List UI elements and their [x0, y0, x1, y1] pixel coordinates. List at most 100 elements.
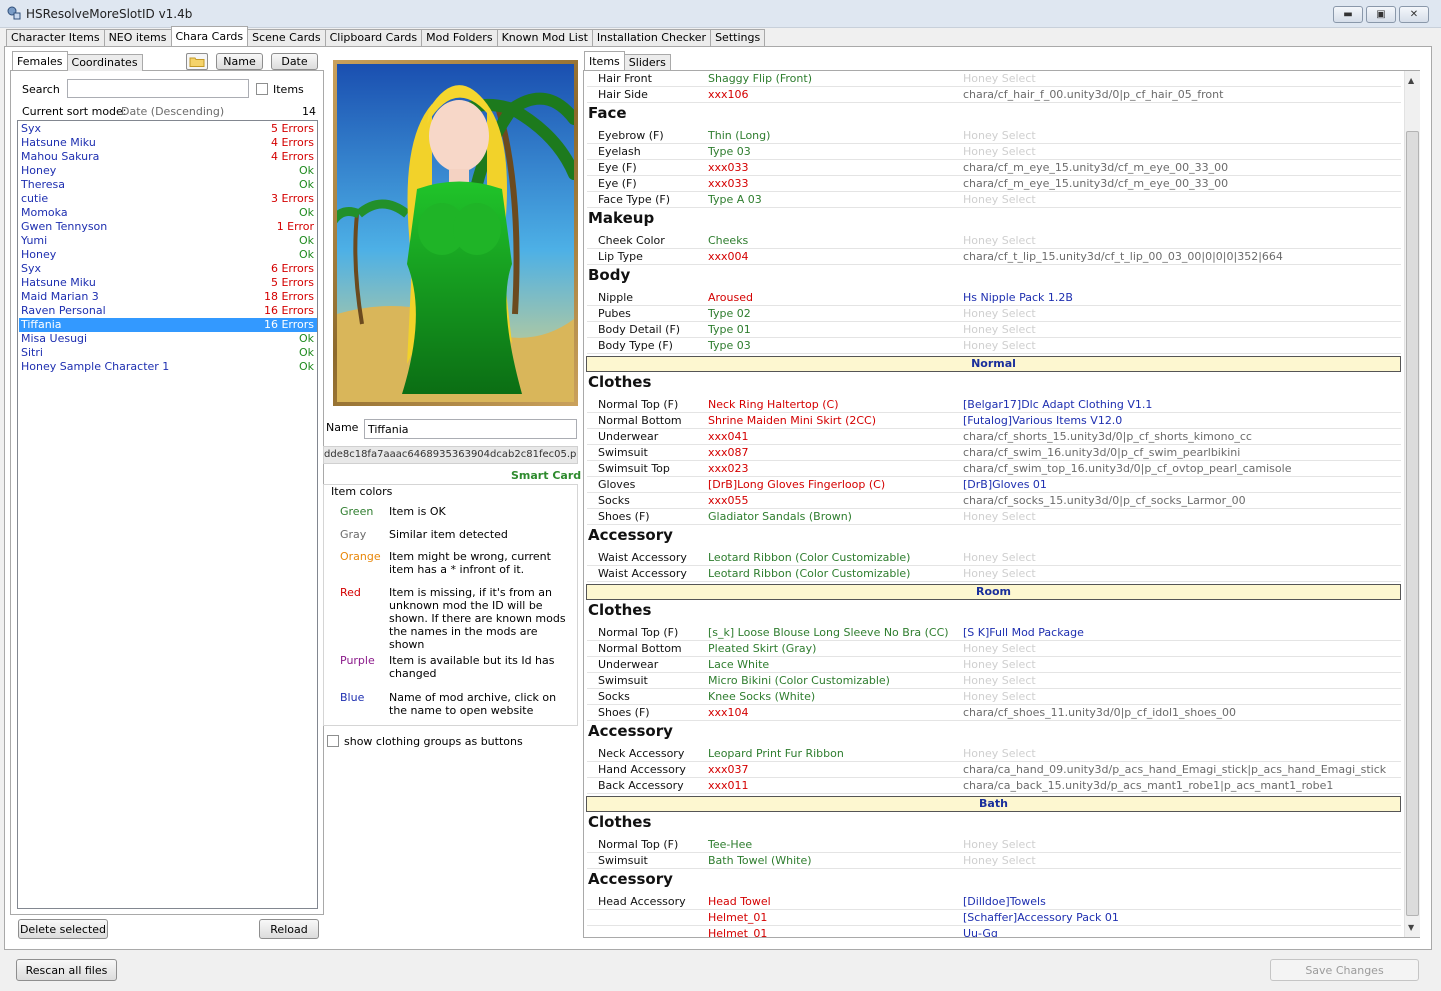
tab-known-mod-list[interactable]: Known Mod List [496, 29, 593, 47]
list-item[interactable]: Sitri Ok [19, 346, 317, 360]
close-button[interactable]: ✕ [1399, 6, 1429, 23]
legend-color-name: Purple [340, 654, 375, 667]
item-source: chara/cf_t_lip_15.unity3d/cf_t_lip_00_03… [963, 250, 1283, 263]
list-item[interactable]: Syx 6 Errors [19, 262, 317, 276]
tab-items[interactable]: Items [584, 51, 625, 70]
sort-name-button[interactable]: Name [216, 53, 263, 70]
item-row: Normal Bottom Pleated Skirt (Gray) Honey S… [587, 641, 1401, 657]
mod-archive-link[interactable]: [Schaffer]Accessory Pack 01 [963, 910, 1119, 925]
mod-archive-link[interactable]: [Dilldoe]Towels [963, 894, 1046, 909]
legend-description: Item is OK [389, 505, 446, 518]
mod-archive-link[interactable]: [Futalog]Various Items V12.0 [963, 413, 1122, 428]
legend-color-name: Gray [340, 528, 367, 541]
list-item[interactable]: Hatsune Miku 4 Errors [19, 136, 317, 150]
search-input[interactable] [67, 79, 249, 98]
list-item[interactable]: Honey Ok [19, 248, 317, 262]
character-list[interactable]: Syx 5 Errors Hatsune Miku 4 Errors Mahou Sak… [17, 120, 318, 909]
list-item[interactable]: Yumi Ok [19, 234, 317, 248]
item-name: xxx033 [708, 177, 749, 190]
item-row: Normal Top (F) Tee-Hee Honey Select [587, 837, 1401, 853]
list-item[interactable]: Hatsune Miku 5 Errors [19, 276, 317, 290]
sort-mode-value: Date (Descending) [121, 105, 225, 118]
item-slot: Lip Type [598, 250, 643, 263]
minimize-button[interactable]: ▬ [1333, 6, 1363, 23]
item-row: Swimsuit Bath Towel (White) Honey Select [587, 853, 1401, 869]
legend-color-name: Green [340, 505, 374, 518]
list-item[interactable]: Tiffania 16 Errors [19, 318, 317, 332]
reload-button[interactable]: Reload [259, 919, 319, 939]
section-heading: Body [588, 266, 631, 284]
list-item[interactable]: Honey Sample Character 1 Ok [19, 360, 317, 374]
mod-archive-link[interactable]: [Belgar17]Dlc Adapt Clothing V1.1 [963, 397, 1152, 412]
tab-clipboard-cards[interactable]: Clipboard Cards [324, 29, 423, 47]
item-row: Eyelash Type 03 Honey Select [587, 144, 1401, 160]
tab-mod-folders[interactable]: Mod Folders [421, 29, 498, 47]
tab-neo-items[interactable]: NEO items [103, 29, 172, 47]
item-row: Head Accessory Head Towel [Dilldoe]Towels [587, 894, 1401, 910]
list-item[interactable]: Gwen Tennyson 1 Error [19, 220, 317, 234]
list-item[interactable]: cutie 3 Errors [19, 192, 317, 206]
list-item[interactable]: Raven Personal 16 Errors [19, 304, 317, 318]
item-source: chara/cf_shoes_11.unity3d/0|p_cf_idol1_s… [963, 706, 1236, 719]
list-item[interactable]: Syx 5 Errors [19, 122, 317, 136]
items-checkbox-label: Items [273, 83, 304, 96]
item-source: Honey Select [963, 510, 1036, 523]
items-scrollbar[interactable]: ▲ ▼ [1404, 71, 1420, 937]
mod-archive-link[interactable]: [S K]Full Mod Package [963, 625, 1084, 640]
item-row: Body Detail (F) Type 01 Honey Select [587, 322, 1401, 338]
item-slot: Eyebrow (F) [598, 129, 664, 142]
item-source: chara/cf_m_eye_15.unity3d/cf_m_eye_00_33… [963, 161, 1229, 174]
right-subtabs: Items Sliders [584, 51, 671, 71]
item-slot: Shoes (F) [598, 510, 650, 523]
item-source: chara/cf_socks_15.unity3d/0|p_cf_socks_L… [963, 494, 1246, 507]
scroll-thumb[interactable] [1406, 131, 1419, 916]
list-item[interactable]: Momoka Ok [19, 206, 317, 220]
tab-installation-checker[interactable]: Installation Checker [591, 29, 712, 47]
sort-date-button[interactable]: Date [271, 53, 318, 70]
list-item[interactable]: Maid Marian 3 18 Errors [19, 290, 317, 304]
scroll-up-arrow[interactable]: ▲ [1408, 76, 1414, 85]
clothing-groups-checkbox[interactable] [327, 735, 339, 747]
list-item-name: Maid Marian 3 [21, 290, 99, 303]
list-item[interactable]: Misa Uesugi Ok [19, 332, 317, 346]
tab-coordinates[interactable]: Coordinates [66, 54, 143, 71]
maximize-button[interactable]: ▣ [1366, 6, 1396, 23]
item-row: Hair Side xxx106 chara/cf_hair_f_00.unity3… [587, 87, 1401, 103]
item-source: Honey Select [963, 551, 1036, 564]
list-item-name: Honey Sample Character 1 [21, 360, 170, 373]
item-row: Neck Accessory Leopard Print Fur Ribbon Ho… [587, 746, 1401, 762]
mod-archive-link[interactable]: Uu-Gg [963, 926, 998, 937]
tab-chara-cards[interactable]: Chara Cards [170, 26, 249, 46]
list-item-name: Syx [21, 122, 42, 135]
legend-description: Item is missing, if it's from an unknown… [389, 586, 566, 651]
rescan-all-files-button[interactable]: Rescan all files [16, 959, 117, 981]
item-name: Leotard Ribbon (Color Customizable) [708, 567, 911, 580]
item-row: Swimsuit Top xxx023 chara/cf_swim_top_16.u… [587, 461, 1401, 477]
item-name: xxx041 [708, 430, 749, 443]
tab-scene-cards[interactable]: Scene Cards [247, 29, 326, 47]
legend-description: Name of mod archive, click on the name t… [389, 691, 557, 717]
list-item[interactable]: Mahou Sakura 4 Errors [19, 150, 317, 164]
item-row: Swimsuit xxx087 chara/cf_swim_16.unity3d/0… [587, 445, 1401, 461]
save-changes-button[interactable]: Save Changes [1270, 959, 1419, 981]
list-item[interactable]: Honey Ok [19, 164, 317, 178]
open-folder-button[interactable] [186, 53, 208, 70]
scroll-down-arrow[interactable]: ▼ [1408, 923, 1414, 932]
item-source: Honey Select [963, 307, 1036, 320]
item-slot: Normal Top (F) [598, 398, 679, 411]
item-name: Neck Ring Haltertop (C) [708, 398, 839, 411]
card-name-field[interactable] [364, 419, 577, 439]
tab-sliders[interactable]: Sliders [623, 54, 671, 71]
item-name: Tee-Hee [708, 838, 753, 851]
tab-females[interactable]: Females [12, 51, 68, 70]
legend-color-name: Red [340, 586, 361, 599]
folder-icon [189, 57, 205, 67]
tab-character-items[interactable]: Character Items [6, 29, 105, 47]
tab-settings[interactable]: Settings [710, 29, 766, 47]
mod-archive-link[interactable]: [DrB]Gloves 01 [963, 477, 1047, 492]
mod-archive-link[interactable]: Hs Nipple Pack 1.2B [963, 290, 1073, 305]
list-item[interactable]: Theresa Ok [19, 178, 317, 192]
list-item-name: Raven Personal [21, 304, 106, 317]
items-checkbox[interactable] [256, 83, 268, 95]
delete-selected-button[interactable]: Delete selected [18, 919, 108, 939]
